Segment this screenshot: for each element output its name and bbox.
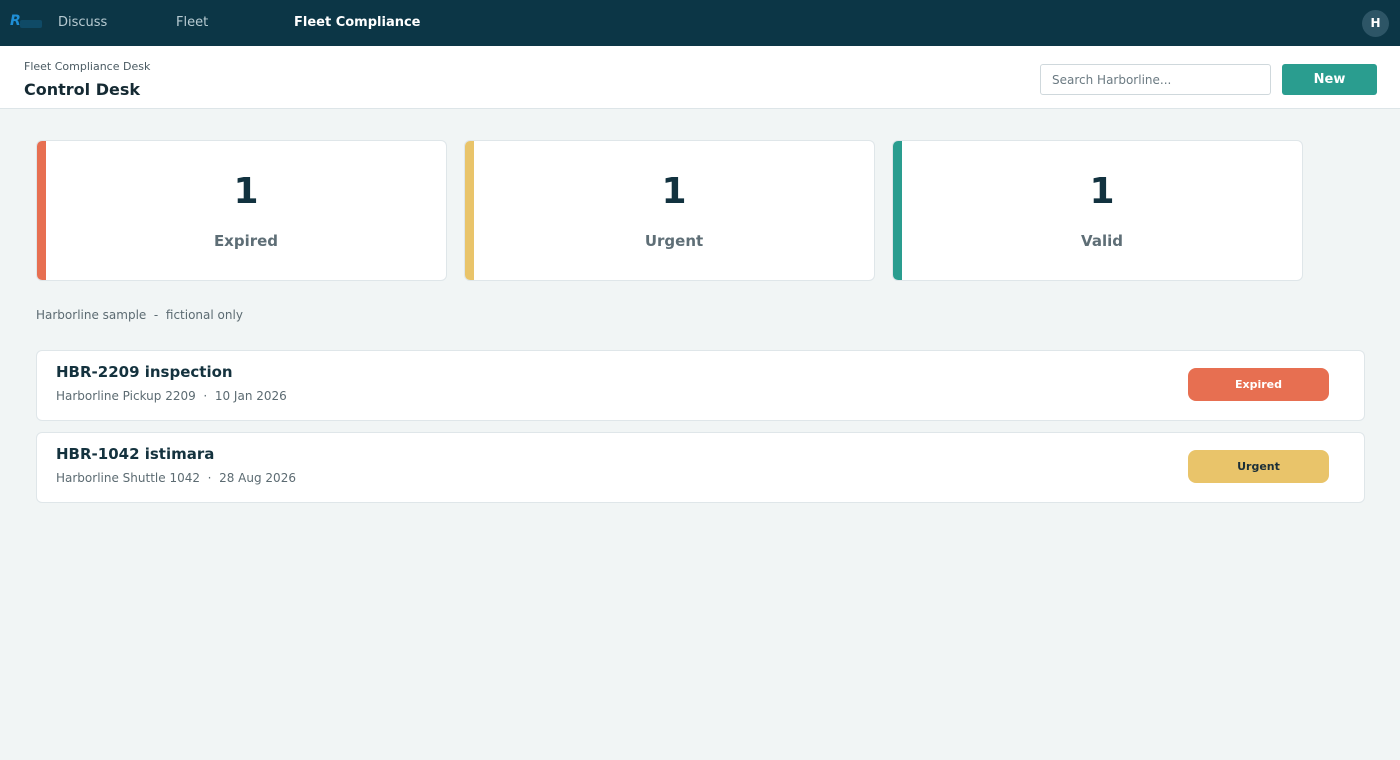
meta-separator: · [207, 471, 212, 485]
search-input[interactable] [1040, 64, 1271, 95]
record-meta: Harborline Shuttle 1042 · 28 Aug 2026 [56, 471, 296, 485]
compliance-record-row[interactable]: HBR-1042 istimara Harborline Shuttle 104… [36, 432, 1365, 503]
logo-trail [20, 20, 42, 28]
record-vehicle: Harborline Shuttle 1042 [56, 471, 200, 485]
status-accent-bar [37, 141, 46, 280]
kpi-card-expired[interactable]: 1 Expired [36, 140, 447, 281]
kpi-label: Expired [213, 232, 279, 250]
kpi-label: Valid [1081, 232, 1123, 250]
record-vehicle: Harborline Pickup 2209 [56, 389, 196, 403]
record-meta: Harborline Pickup 2209 · 10 Jan 2026 [56, 389, 287, 403]
kpi-value: 1 [661, 171, 687, 212]
new-button[interactable]: New [1282, 64, 1377, 95]
status-accent-bar [893, 141, 902, 280]
kpi-value: 1 [1089, 171, 1115, 212]
nav-item-discuss[interactable]: Discuss [58, 0, 107, 46]
harborline-logo-icon[interactable]: R [10, 12, 42, 32]
kpi-card-urgent[interactable]: 1 Urgent [464, 140, 875, 281]
compliance-record-row[interactable]: HBR-2209 inspection Harborline Pickup 22… [36, 350, 1365, 421]
page-title: Control Desk [24, 80, 141, 99]
nav-item-fleet-compliance[interactable]: Fleet Compliance [294, 0, 421, 46]
nav-item-fleet[interactable]: Fleet [176, 0, 208, 46]
status-badge: Expired [1188, 368, 1329, 401]
sample-data-note: Harborline sample - fictional only [36, 308, 243, 322]
kpi-label: Urgent [644, 232, 704, 250]
kpi-value: 1 [233, 171, 259, 212]
page-header: Fleet Compliance Desk Control Desk New [0, 46, 1400, 109]
record-date: 10 Jan 2026 [214, 389, 287, 403]
user-avatar[interactable]: H [1362, 10, 1389, 37]
logo-mark: R [10, 13, 21, 29]
record-date: 28 Aug 2026 [219, 471, 296, 485]
record-title: HBR-2209 inspection [56, 363, 233, 381]
record-title: HBR-1042 istimara [56, 445, 215, 463]
status-badge: Urgent [1188, 450, 1329, 483]
top-navigation-bar: R Discuss Fleet Fleet Compliance H [0, 0, 1400, 46]
status-accent-bar [465, 141, 474, 280]
meta-separator: · [203, 389, 208, 403]
breadcrumb[interactable]: Fleet Compliance Desk [24, 60, 150, 73]
kpi-card-valid[interactable]: 1 Valid [892, 140, 1303, 281]
